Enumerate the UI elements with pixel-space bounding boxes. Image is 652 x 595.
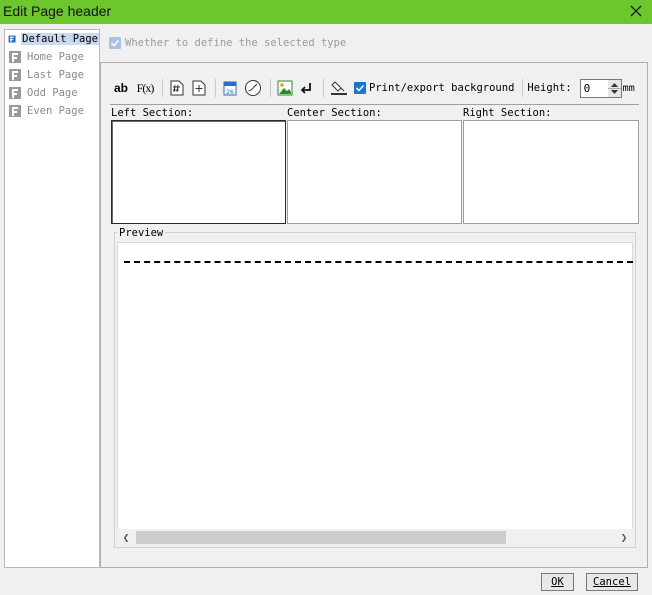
- height-stepper[interactable]: 0: [579, 78, 622, 98]
- insert-page-number-button[interactable]: [167, 77, 187, 99]
- window-title: Edit Page header: [3, 3, 112, 19]
- total-pages-icon: [192, 80, 206, 96]
- insert-date-button[interactable]: 26: [220, 77, 240, 99]
- page-type-list: Default Page Home Page Last Page Odd Pag…: [4, 29, 100, 568]
- line-break-icon: [300, 83, 311, 94]
- scroll-left-icon[interactable]: ❮: [120, 531, 132, 544]
- center-section-editor[interactable]: [287, 120, 462, 224]
- define-type-checkbox[interactable]: [109, 37, 121, 49]
- height-input[interactable]: 0: [584, 82, 591, 95]
- toolbar-divider: [323, 79, 324, 97]
- print-background-label: Print/export background: [369, 82, 515, 94]
- sidebar-item-label: Even Page: [27, 105, 84, 117]
- insert-image-button[interactable]: [275, 77, 295, 99]
- date-icon-day: 26: [226, 89, 234, 96]
- height-unit: mm: [622, 82, 635, 94]
- title-bar: Edit Page header: [0, 0, 652, 24]
- time-icon: [245, 80, 261, 96]
- close-icon[interactable]: [626, 1, 646, 21]
- cancel-button[interactable]: Cancel: [586, 573, 638, 591]
- date-icon: 26: [223, 81, 237, 96]
- sidebar-item-label: Odd Page: [27, 87, 78, 99]
- insert-time-button[interactable]: [242, 77, 264, 99]
- formula-icon: F(x): [136, 80, 155, 95]
- sidebar-item-label: Default Page: [21, 33, 99, 45]
- sidebar-item-even-page[interactable]: Even Page: [5, 102, 99, 120]
- toolbar-divider: [522, 79, 524, 97]
- insert-formula-button[interactable]: F(x): [134, 77, 156, 99]
- checkmark-icon: [110, 39, 120, 47]
- page-header-icon: [9, 69, 21, 81]
- preview-label: Preview: [117, 227, 166, 239]
- sidebar-item-default-page[interactable]: Default Page: [5, 30, 99, 48]
- format-button[interactable]: [328, 77, 350, 99]
- height-label: Height:: [527, 82, 572, 94]
- right-section-label: Right Section:: [463, 107, 552, 119]
- sidebar-item-odd-page[interactable]: Odd Page: [5, 84, 99, 102]
- left-section-editor[interactable]: [111, 120, 286, 224]
- image-icon: [277, 80, 293, 96]
- scrollbar-thumb[interactable]: [136, 531, 506, 544]
- checkmark-icon: [355, 84, 365, 92]
- toolbar-divider: [215, 79, 216, 97]
- sidebar-item-last-page[interactable]: Last Page: [5, 66, 99, 84]
- format-icon: [331, 81, 347, 95]
- center-section-label: Center Section:: [287, 107, 382, 119]
- ok-button[interactable]: OK: [541, 573, 574, 591]
- insert-total-pages-button[interactable]: [189, 77, 209, 99]
- sidebar-item-label: Home Page: [27, 51, 84, 63]
- left-section-label: Left Section:: [111, 107, 194, 119]
- toolbar-divider: [162, 79, 163, 97]
- page-number-icon: [170, 80, 184, 96]
- define-type-checkbox-row[interactable]: Whether to define the selected type: [109, 37, 346, 49]
- define-type-label: Whether to define the selected type: [125, 37, 347, 49]
- toolbar-divider: [270, 79, 271, 97]
- preview-horizontal-scrollbar[interactable]: ❮ ❯: [117, 529, 633, 546]
- header-separator-line: [124, 261, 633, 263]
- right-section-editor[interactable]: [463, 120, 639, 224]
- page-header-icon: [8, 35, 16, 43]
- insert-text-button[interactable]: ab: [110, 77, 132, 99]
- page-header-icon: [9, 51, 21, 63]
- insert-line-break-button[interactable]: [297, 77, 317, 99]
- scroll-right-icon[interactable]: ❯: [618, 531, 630, 544]
- page-header-icon: [9, 87, 21, 99]
- preview-area: [117, 242, 633, 546]
- stepper-arrows-icon[interactable]: [607, 79, 621, 97]
- header-toolbar: ab F(x) 26 Print/export background Heigh…: [110, 76, 635, 100]
- text-icon: ab: [113, 81, 128, 95]
- toolbar-divider-line: [110, 104, 639, 105]
- page-header-icon: [9, 105, 21, 117]
- sidebar-item-home-page[interactable]: Home Page: [5, 48, 99, 66]
- print-background-checkbox[interactable]: [354, 82, 366, 94]
- sidebar-item-label: Last Page: [27, 69, 84, 81]
